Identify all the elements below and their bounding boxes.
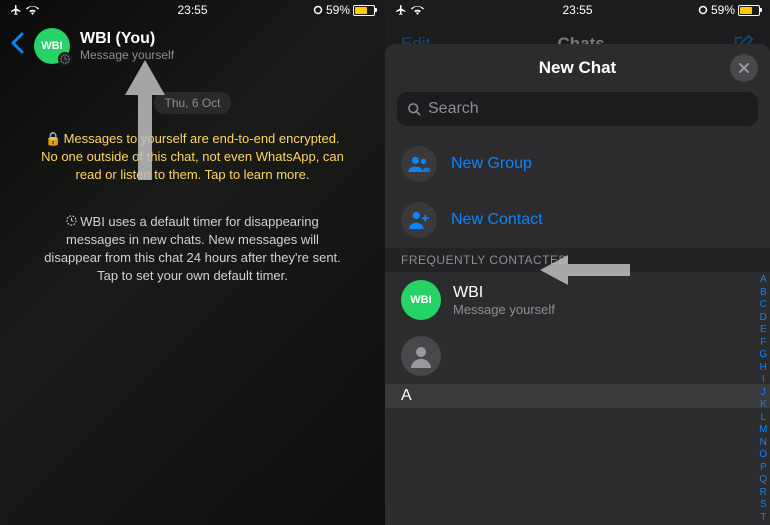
ring-icon	[698, 5, 708, 15]
index-letter-q[interactable]: Q	[759, 474, 767, 487]
wifi-icon	[26, 5, 39, 15]
add-contact-icon	[401, 202, 437, 238]
index-letter-h[interactable]: H	[760, 362, 767, 375]
chat-body: Thu, 6 Oct 🔒Messages to yourself are end…	[0, 72, 385, 305]
status-bar: 23:55 59%	[0, 0, 385, 20]
status-bar: 23:55 59%	[385, 0, 770, 20]
ring-icon	[313, 5, 323, 15]
alphabet-index[interactable]: ABCDEFGHIJKLMNOPQRSTUVW	[759, 274, 768, 525]
new-group-label: New Group	[451, 155, 532, 173]
chat-header: WBI WBI (You) Message yourself	[0, 20, 385, 72]
status-time: 23:55	[177, 3, 207, 17]
new-contact-label: New Contact	[451, 211, 543, 229]
index-letter-o[interactable]: O	[759, 449, 767, 462]
group-icon	[401, 146, 437, 182]
modal-header: New Chat	[385, 44, 770, 92]
battery-icon	[353, 5, 375, 16]
contact-avatar: WBI	[401, 280, 441, 320]
index-letter-t[interactable]: T	[760, 512, 766, 525]
index-letter-m[interactable]: M	[759, 424, 767, 437]
search-input[interactable]: Search	[397, 92, 758, 126]
back-button[interactable]	[10, 32, 24, 61]
index-letter-b[interactable]: B	[760, 287, 767, 300]
index-letter-l[interactable]: L	[760, 412, 766, 425]
wifi-icon	[411, 5, 424, 15]
new-contact-row[interactable]: New Contact	[385, 192, 770, 248]
annotation-arrow-left	[540, 255, 630, 285]
chat-title: WBI (You)	[80, 30, 375, 48]
letter-section-a: A	[385, 384, 770, 408]
airplane-mode-icon	[10, 4, 22, 16]
battery-percent: 59%	[711, 3, 735, 17]
chat-screen: 23:55 59% WBI WBI (You) Message yourself…	[0, 0, 385, 525]
airplane-mode-icon	[395, 4, 407, 16]
index-letter-a[interactable]: A	[760, 274, 767, 287]
header-text-block[interactable]: WBI (You) Message yourself	[80, 30, 375, 62]
new-group-row[interactable]: New Group	[385, 136, 770, 192]
contact-subtitle: Message yourself	[453, 302, 754, 317]
index-letter-e[interactable]: E	[760, 324, 767, 337]
index-letter-c[interactable]: C	[760, 299, 767, 312]
index-letter-i[interactable]: I	[762, 374, 765, 387]
blank-avatar-icon	[401, 336, 441, 376]
disappearing-badge-icon	[58, 52, 72, 66]
encryption-notice[interactable]: 🔒Messages to yourself are end-to-end enc…	[30, 130, 355, 185]
contact-name: WBI	[453, 284, 754, 302]
index-letter-p[interactable]: P	[760, 462, 767, 475]
avatar-text: WBI	[41, 40, 62, 52]
timer-notice[interactable]: WBI uses a default timer for disappearin…	[30, 213, 355, 286]
index-letter-f[interactable]: F	[760, 337, 766, 350]
status-time: 23:55	[562, 3, 592, 17]
search-icon	[407, 102, 422, 117]
date-label: Thu, 6 Oct	[154, 92, 230, 114]
self-avatar[interactable]: WBI	[34, 28, 70, 64]
index-letter-s[interactable]: S	[760, 499, 767, 512]
index-letter-j[interactable]: J	[761, 387, 766, 400]
search-placeholder: Search	[428, 100, 479, 118]
lock-icon: 🔒	[45, 130, 61, 148]
close-button[interactable]	[730, 54, 758, 82]
index-letter-r[interactable]: R	[760, 487, 767, 500]
modal-title: New Chat	[539, 58, 616, 78]
contact-row-blank[interactable]	[385, 328, 770, 384]
index-letter-k[interactable]: K	[760, 399, 767, 412]
timer-icon	[66, 213, 77, 231]
new-chat-screen: 23:55 59% Edit Chats New Chat Search New…	[385, 0, 770, 525]
battery-percent: 59%	[326, 3, 350, 17]
index-letter-d[interactable]: D	[760, 312, 767, 325]
index-letter-n[interactable]: N	[760, 437, 767, 450]
battery-icon	[738, 5, 760, 16]
index-letter-g[interactable]: G	[759, 349, 767, 362]
annotation-arrow-up	[125, 60, 165, 180]
